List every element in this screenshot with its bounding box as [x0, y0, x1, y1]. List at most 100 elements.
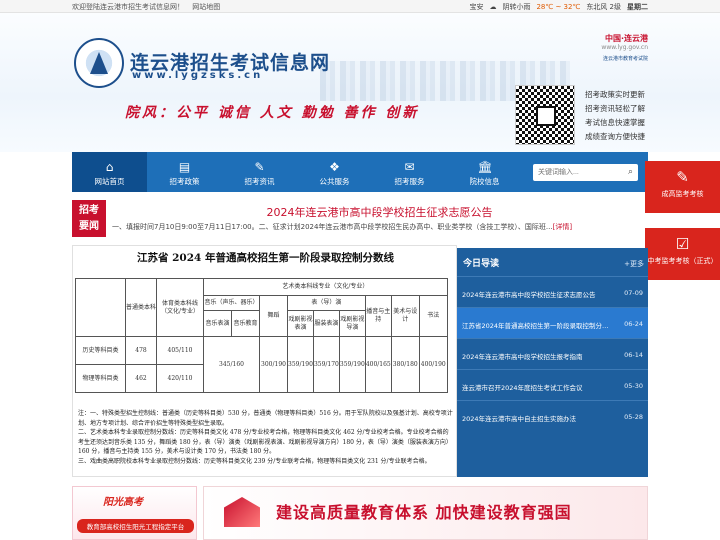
table-header: 音乐（声乐、器乐）: [203, 295, 260, 311]
weather-icon: ☁: [489, 3, 497, 11]
table-cell: 405/110: [156, 336, 204, 365]
table-row-label: 历史等科目类: [75, 336, 126, 365]
qr-code: [515, 85, 575, 145]
grid-icon: ❖: [329, 160, 340, 174]
list-item-title: 2024年连云港市高中自主招生实施办法: [462, 415, 577, 423]
nav-label: 招考服务: [394, 177, 425, 186]
list-item[interactable]: 2024年连云港市高中段学校招生征求志愿公告 07-09: [457, 276, 648, 307]
table-cell: 345/160: [203, 336, 260, 393]
table-cell: 359/190: [287, 336, 314, 393]
table-header: 表（导）演: [287, 295, 366, 311]
nav-item-home[interactable]: ⌂ 网站首页: [72, 152, 147, 192]
list-item-date: 06-14: [624, 351, 643, 359]
list-item-title: 江苏省2024年普通高校招生第一阶段录取控制分数线: [462, 322, 612, 330]
top-bar-left: 欢迎登陆连云港市招生考试信息网！ 网站地图: [72, 2, 226, 12]
weather-widget: 宝安 ☁ 阴转小雨 28℃ ~ 32℃ 东北风 2级 星期二: [469, 2, 648, 12]
site-logo-emblem[interactable]: [74, 38, 124, 88]
nav-item-schools[interactable]: 🏛 院校信息: [447, 152, 522, 192]
table-cell: 478: [125, 336, 157, 365]
table-header: 播音与主持: [364, 295, 392, 337]
list-item-date: 06-24: [624, 320, 643, 328]
list-item[interactable]: 2024年连云港市高中自主招生实施办法 05-28: [457, 400, 648, 431]
table-cell: 462: [125, 364, 157, 393]
list-item[interactable]: 连云港市召开2024年度招生考试工作会议 05-30: [457, 369, 648, 400]
table-cell: 400/190: [418, 336, 448, 393]
poster-note: 二、艺术类本科专业录取控制分数线：历史等科目类文化 478 分/专业校考合格，物…: [78, 429, 452, 456]
weekday: 星期二: [627, 3, 648, 11]
poster-notes: 注：一、特殊类型招生控制线：普通类（历史等科目类）530 分，普通类（物理等科目…: [78, 409, 453, 467]
nav-label: 招考政策: [169, 177, 200, 186]
panel-more-link[interactable]: +更多: [624, 259, 644, 269]
table-header: 戏剧影视表演: [287, 310, 314, 337]
today-guide-panel: 今日导读 +更多 2024年连云港市高中段学校招生征求志愿公告 07-09 江苏…: [457, 248, 648, 477]
score-poster[interactable]: 江苏省 2024 年普通高校招生第一阶段录取控制分数线 普通类本科 体育类本科线…: [72, 245, 457, 477]
document-icon: ▤: [178, 160, 191, 174]
nav-label: 院校信息: [469, 177, 500, 186]
weather-text: 阴转小雨: [502, 3, 531, 11]
side-button-label: 成高监考考核: [661, 190, 704, 198]
poster-note: 三、戏曲类高职院校本科专业录取控制分数线：历史等科目类文化 239 分/专业联考…: [78, 457, 431, 465]
table-header: 美术与设计: [390, 295, 420, 337]
weather-city: 宝安: [469, 3, 484, 11]
news-tag-line: 招考: [79, 205, 99, 216]
list-item[interactable]: 江苏省2024年普通高校招生第一阶段录取控制分数线 06-24: [457, 307, 648, 338]
table-header: 舞蹈: [259, 295, 288, 337]
welcome-text: 欢迎登陆连云港市招生考试信息网！: [72, 3, 184, 11]
list-item-date: 05-30: [624, 382, 643, 390]
headline-news: 招考 要闻 2024年连云港市高中段学校招生征求志愿公告 一、填报时间7月10日…: [72, 200, 648, 238]
table-header: 音乐表演: [203, 310, 232, 337]
school-icon: 🏛: [477, 160, 493, 174]
news-tag: 招考 要闻: [72, 200, 106, 237]
news-tag-line: 要闻: [79, 221, 99, 232]
news-summary-text: 一、填报时间7月10日9:00至7月11日17:00。二、征求计划2024年连云…: [112, 223, 553, 231]
table-cell: 400/165: [364, 336, 392, 393]
nav-item-public[interactable]: ❖ 公共服务: [297, 152, 372, 192]
nav-label: 网站首页: [94, 177, 125, 186]
table-header: 音乐教育: [231, 310, 260, 337]
nav-item-policy[interactable]: ▤ 招考政策: [147, 152, 222, 192]
score-table: 普通类本科 体育类本科线（文化/专业） 艺术类本科线专业（文化/专业） 音乐（声…: [75, 278, 448, 393]
sitemap-link[interactable]: 网站地图: [192, 3, 220, 11]
sunshine-gaokao-banner[interactable]: 阳光高考 教育部高校招生阳光工程指定平台: [72, 486, 197, 540]
city-logo: 中国·连云港 www.lyg.gov.cn 连云港市教育考试院: [592, 33, 648, 62]
middle-exam-review-button[interactable]: ☑ 中考监考考核（正式）: [645, 228, 720, 280]
nav-label: 公共服务: [319, 177, 350, 186]
top-bar: 欢迎登陆连云港市招生考试信息网！ 网站地图 宝安 ☁ 阴转小雨 28℃ ~ 32…: [0, 0, 720, 13]
search-input[interactable]: [533, 164, 621, 181]
motto-text: 院风：公平 诚信 人文 勤勉 善作 创新: [125, 105, 420, 121]
news-headline-link[interactable]: 2024年连云港市高中段学校招生征求志愿公告: [112, 204, 647, 220]
list-item-title: 2024年连云港市高中段学校招生征求志愿公告: [462, 291, 596, 299]
table-cell: 300/190: [259, 336, 288, 393]
adult-exam-review-button[interactable]: ✎ 成高监考考核: [645, 161, 720, 213]
table-row-label: 物理等科目类: [75, 364, 126, 393]
search-box: ⌕: [533, 164, 638, 181]
nav-item-service[interactable]: ✉ 招考服务: [372, 152, 447, 192]
banner-title: 阳光高考: [103, 497, 143, 508]
panel-title: 今日导读: [463, 259, 500, 269]
table-header: 书法: [418, 295, 448, 337]
nav-item-news[interactable]: ✎ 招考资讯: [222, 152, 297, 192]
table-cell: 380/180: [390, 336, 420, 393]
qr-line: 成绩查询方便快捷: [585, 132, 645, 141]
education-slogan-banner[interactable]: 建设高质量教育体系 加快建设教育强国: [203, 486, 648, 540]
table-header: 体育类本科线（文化/专业）: [156, 278, 204, 337]
city-logo-sub: 连云港市教育考试院: [602, 56, 648, 62]
list-item-date: 05-28: [624, 413, 643, 421]
school-icon: [224, 497, 260, 527]
weather-temp: 28℃ ~ 32℃: [536, 3, 581, 11]
city-logo-url: www.lyg.gov.cn: [601, 44, 648, 51]
banner-subtitle: 教育部高校招生阳光工程指定平台: [77, 519, 194, 533]
qr-line: 招考政策实时更新: [585, 90, 645, 99]
weather-wind: 东北风 2级: [586, 3, 621, 11]
search-icon[interactable]: ⌕: [628, 167, 633, 177]
list-item-date: 07-09: [624, 289, 643, 297]
check-icon: ☑: [675, 235, 690, 253]
list-item[interactable]: 2024年连云港市高中段学校招生报考指南 06-14: [457, 338, 648, 369]
news-detail-link[interactable]: [详情]: [553, 223, 572, 231]
table-header-blank: [75, 278, 126, 337]
service-icon: ✉: [404, 160, 415, 174]
list-item-title: 2024年连云港市高中段学校招生报考指南: [462, 353, 583, 361]
poster-note: 注：一、特殊类型招生控制线：普通类（历史等科目类）530 分，普通类（物理等科目…: [78, 410, 453, 427]
city-logo-title: 中国·连云港: [604, 34, 648, 43]
news-icon: ✎: [254, 160, 265, 174]
